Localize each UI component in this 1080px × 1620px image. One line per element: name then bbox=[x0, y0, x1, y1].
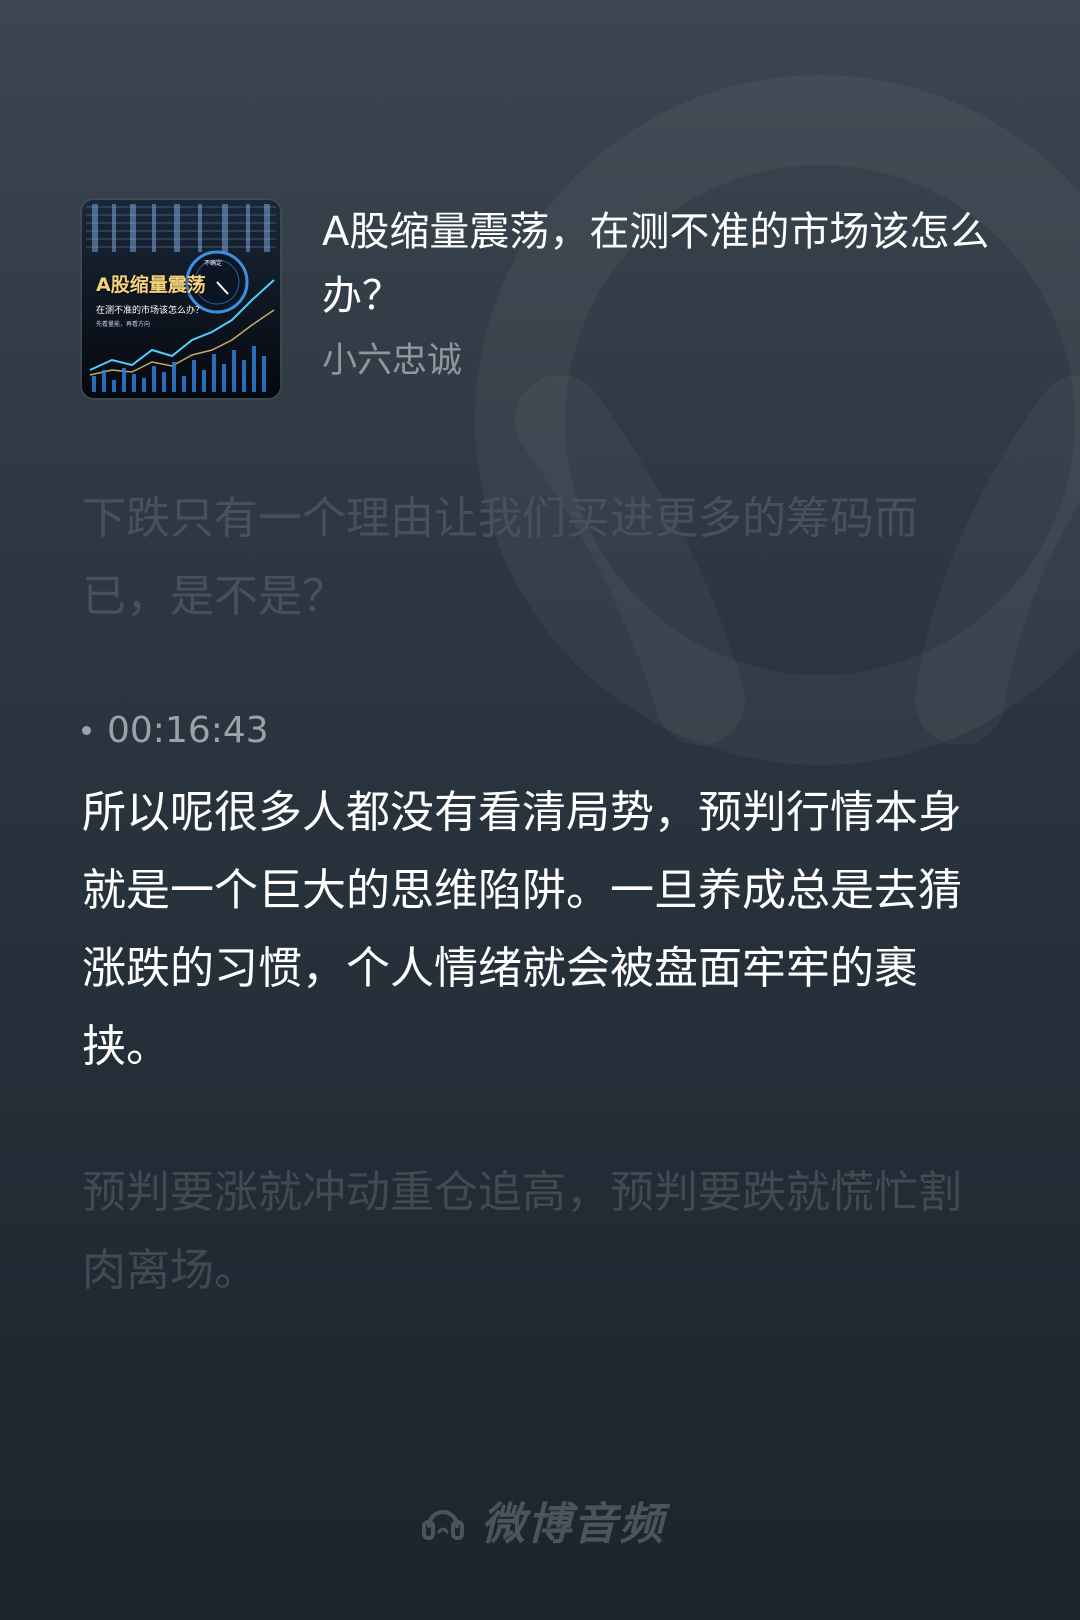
brand-name: 微博音频 bbox=[481, 1499, 665, 1550]
episode-header[interactable]: A股缩量震荡 在测不准的市场该怎么办？ 先看量能，再看方向 不确定 A股缩量震荡… bbox=[82, 200, 1022, 400]
transcript-current-line[interactable]: 所以呢很多人都没有看清局势，预判行情本身就是一个巨大的思维陷阱。一旦养成总是去猜… bbox=[82, 774, 982, 1086]
transcript-previous-line[interactable]: 下跌只有一个理由让我们买进更多的筹码而已，是不是？ bbox=[82, 480, 982, 636]
current-line-timestamp[interactable]: 00:16:43 bbox=[82, 710, 269, 751]
episode-cover-image[interactable]: A股缩量震荡 在测不准的市场该怎么办？ 先看量能，再看方向 不确定 bbox=[82, 200, 280, 398]
cover-artwork bbox=[82, 200, 280, 398]
timestamp-text: 00:16:43 bbox=[107, 710, 269, 751]
episode-title[interactable]: A股缩量震荡，在测不准的市场该怎么办？ bbox=[322, 200, 1012, 328]
cover-dial-label: 不确定 bbox=[204, 260, 223, 267]
episode-author[interactable]: 小六忠诚 bbox=[322, 332, 462, 383]
cover-title: A股缩量震荡 bbox=[96, 274, 206, 296]
cover-tagline: 先看量能，再看方向 bbox=[96, 321, 151, 328]
brand-footer: 微博音频 bbox=[0, 1488, 1080, 1552]
cover-subtitle: 在测不准的市场该怎么办？ bbox=[96, 306, 205, 316]
transcript-next-line[interactable]: 预判要涨就冲动重仓追高，预判要跌就慌忙割肉离场。 bbox=[82, 1154, 982, 1310]
weibo-audio-logo-icon bbox=[422, 1510, 464, 1540]
timestamp-dot-icon bbox=[82, 726, 91, 735]
